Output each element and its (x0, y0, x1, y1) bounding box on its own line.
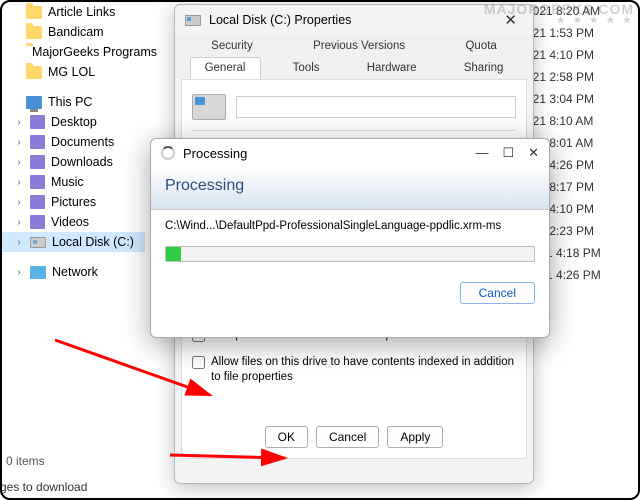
sidebar-folder[interactable]: MajorGeeks Programs (0, 42, 145, 62)
processing-heading: Processing (151, 167, 549, 210)
watermark-text: MAJORGEEKS.COM (484, 2, 634, 16)
processing-path: C:\Wind...\DefaultPpd-ProfessionalSingle… (165, 220, 535, 232)
thispc-icon (26, 96, 42, 109)
navigation-pane: Article Links Bandicam MajorGeeks Progra… (0, 0, 145, 500)
processing-footer: Cancel (151, 272, 549, 314)
chevron-right-icon: › (14, 117, 24, 128)
watermark-stars: ★ ★ ★ ★ ★ (484, 16, 634, 25)
music-icon (30, 175, 45, 189)
sidebar-label: Documents (51, 135, 114, 149)
chevron-right-icon: › (14, 217, 24, 228)
properties-titlebar[interactable]: Local Disk (C:) Properties ✕ (175, 5, 533, 35)
index-label: Allow files on this drive to have conten… (211, 355, 516, 385)
sidebar-lib[interactable]: › Pictures (0, 192, 145, 212)
folder-icon (26, 26, 42, 39)
desktop-icon (30, 115, 45, 129)
drive-icon (185, 15, 201, 26)
sidebar-localdisk[interactable]: › Local Disk (C:) (0, 232, 145, 252)
maximize-icon[interactable]: ☐ (502, 145, 514, 161)
processing-dialog: Processing — ☐ ✕ Processing C:\Wind...\D… (150, 138, 550, 338)
dialog-footer: OK Cancel Apply (182, 426, 526, 448)
sidebar-label: Desktop (51, 115, 97, 129)
tab-previous-versions[interactable]: Previous Versions (298, 35, 420, 57)
dialog-title: Local Disk (C:) Properties (209, 13, 351, 27)
chevron-right-icon: › (14, 137, 24, 148)
tab-sharing[interactable]: Sharing (449, 57, 519, 79)
progress-bar (165, 246, 535, 262)
folder-icon (26, 66, 42, 79)
truncated-text: ges to download (0, 480, 87, 494)
cancel-button[interactable]: Cancel (316, 426, 379, 448)
drive-icon (30, 237, 46, 248)
drive-header (192, 90, 516, 131)
sidebar-label: Pictures (51, 195, 96, 209)
sidebar-label: MajorGeeks Programs (32, 45, 157, 59)
sidebar-label: MG LOL (48, 65, 95, 79)
sidebar-network[interactable]: › Network (0, 262, 145, 282)
tab-general[interactable]: General (190, 57, 261, 79)
chevron-right-icon: › (14, 197, 24, 208)
index-checkbox[interactable] (192, 356, 205, 369)
downloads-icon (30, 155, 45, 169)
tab-hardware[interactable]: Hardware (352, 57, 432, 79)
sidebar-lib[interactable]: › Music (0, 172, 145, 192)
close-icon[interactable]: ✕ (528, 145, 539, 161)
chevron-right-icon: › (14, 157, 24, 168)
folder-icon (26, 6, 42, 19)
processing-titlebar[interactable]: Processing — ☐ ✕ (151, 139, 549, 167)
sidebar-label: This PC (48, 95, 92, 109)
sidebar-label: Article Links (48, 5, 115, 19)
tab-quota[interactable]: Quota (450, 35, 511, 57)
sidebar-folder[interactable]: Article Links (0, 2, 145, 22)
documents-icon (30, 135, 45, 149)
sidebar-label: Downloads (51, 155, 113, 169)
progress-fill (166, 247, 181, 261)
ok-button[interactable]: OK (265, 426, 308, 448)
chevron-right-icon: › (14, 237, 24, 248)
tab-tools[interactable]: Tools (278, 57, 335, 79)
sidebar-label: Bandicam (48, 25, 104, 39)
spinner-icon (161, 146, 175, 160)
sidebar-lib[interactable]: › Desktop (0, 112, 145, 132)
chevron-right-icon: › (14, 267, 24, 278)
watermark: MAJORGEEKS.COM ★ ★ ★ ★ ★ (484, 2, 634, 25)
chevron-right-icon: › (14, 177, 24, 188)
sidebar-folder[interactable]: MG LOL (0, 62, 145, 82)
index-row: Allow files on this drive to have conten… (192, 355, 516, 385)
sidebar-folder[interactable]: Bandicam (0, 22, 145, 42)
minimize-icon[interactable]: — (475, 145, 488, 161)
tab-strip: Security Previous Versions Quota General… (175, 35, 533, 79)
videos-icon (30, 215, 45, 229)
sidebar-label: Network (52, 265, 98, 279)
sidebar-label: Videos (51, 215, 89, 229)
drive-icon (192, 94, 226, 120)
apply-button[interactable]: Apply (387, 426, 443, 448)
tab-security[interactable]: Security (196, 35, 268, 57)
sidebar-label: Local Disk (C:) (52, 235, 134, 249)
processing-body: C:\Wind...\DefaultPpd-ProfessionalSingle… (151, 210, 549, 272)
cancel-button[interactable]: Cancel (460, 282, 535, 304)
sidebar-thispc[interactable]: This PC (0, 92, 145, 112)
sidebar-lib[interactable]: › Videos (0, 212, 145, 232)
drive-name-input[interactable] (236, 96, 516, 118)
network-icon (30, 266, 46, 279)
dialog-title: Processing (183, 146, 247, 161)
sidebar-lib[interactable]: › Downloads (0, 152, 145, 172)
sidebar-label: Music (51, 175, 84, 189)
pictures-icon (30, 195, 45, 209)
status-bar: 0 items (0, 452, 51, 470)
sidebar-lib[interactable]: › Documents (0, 132, 145, 152)
